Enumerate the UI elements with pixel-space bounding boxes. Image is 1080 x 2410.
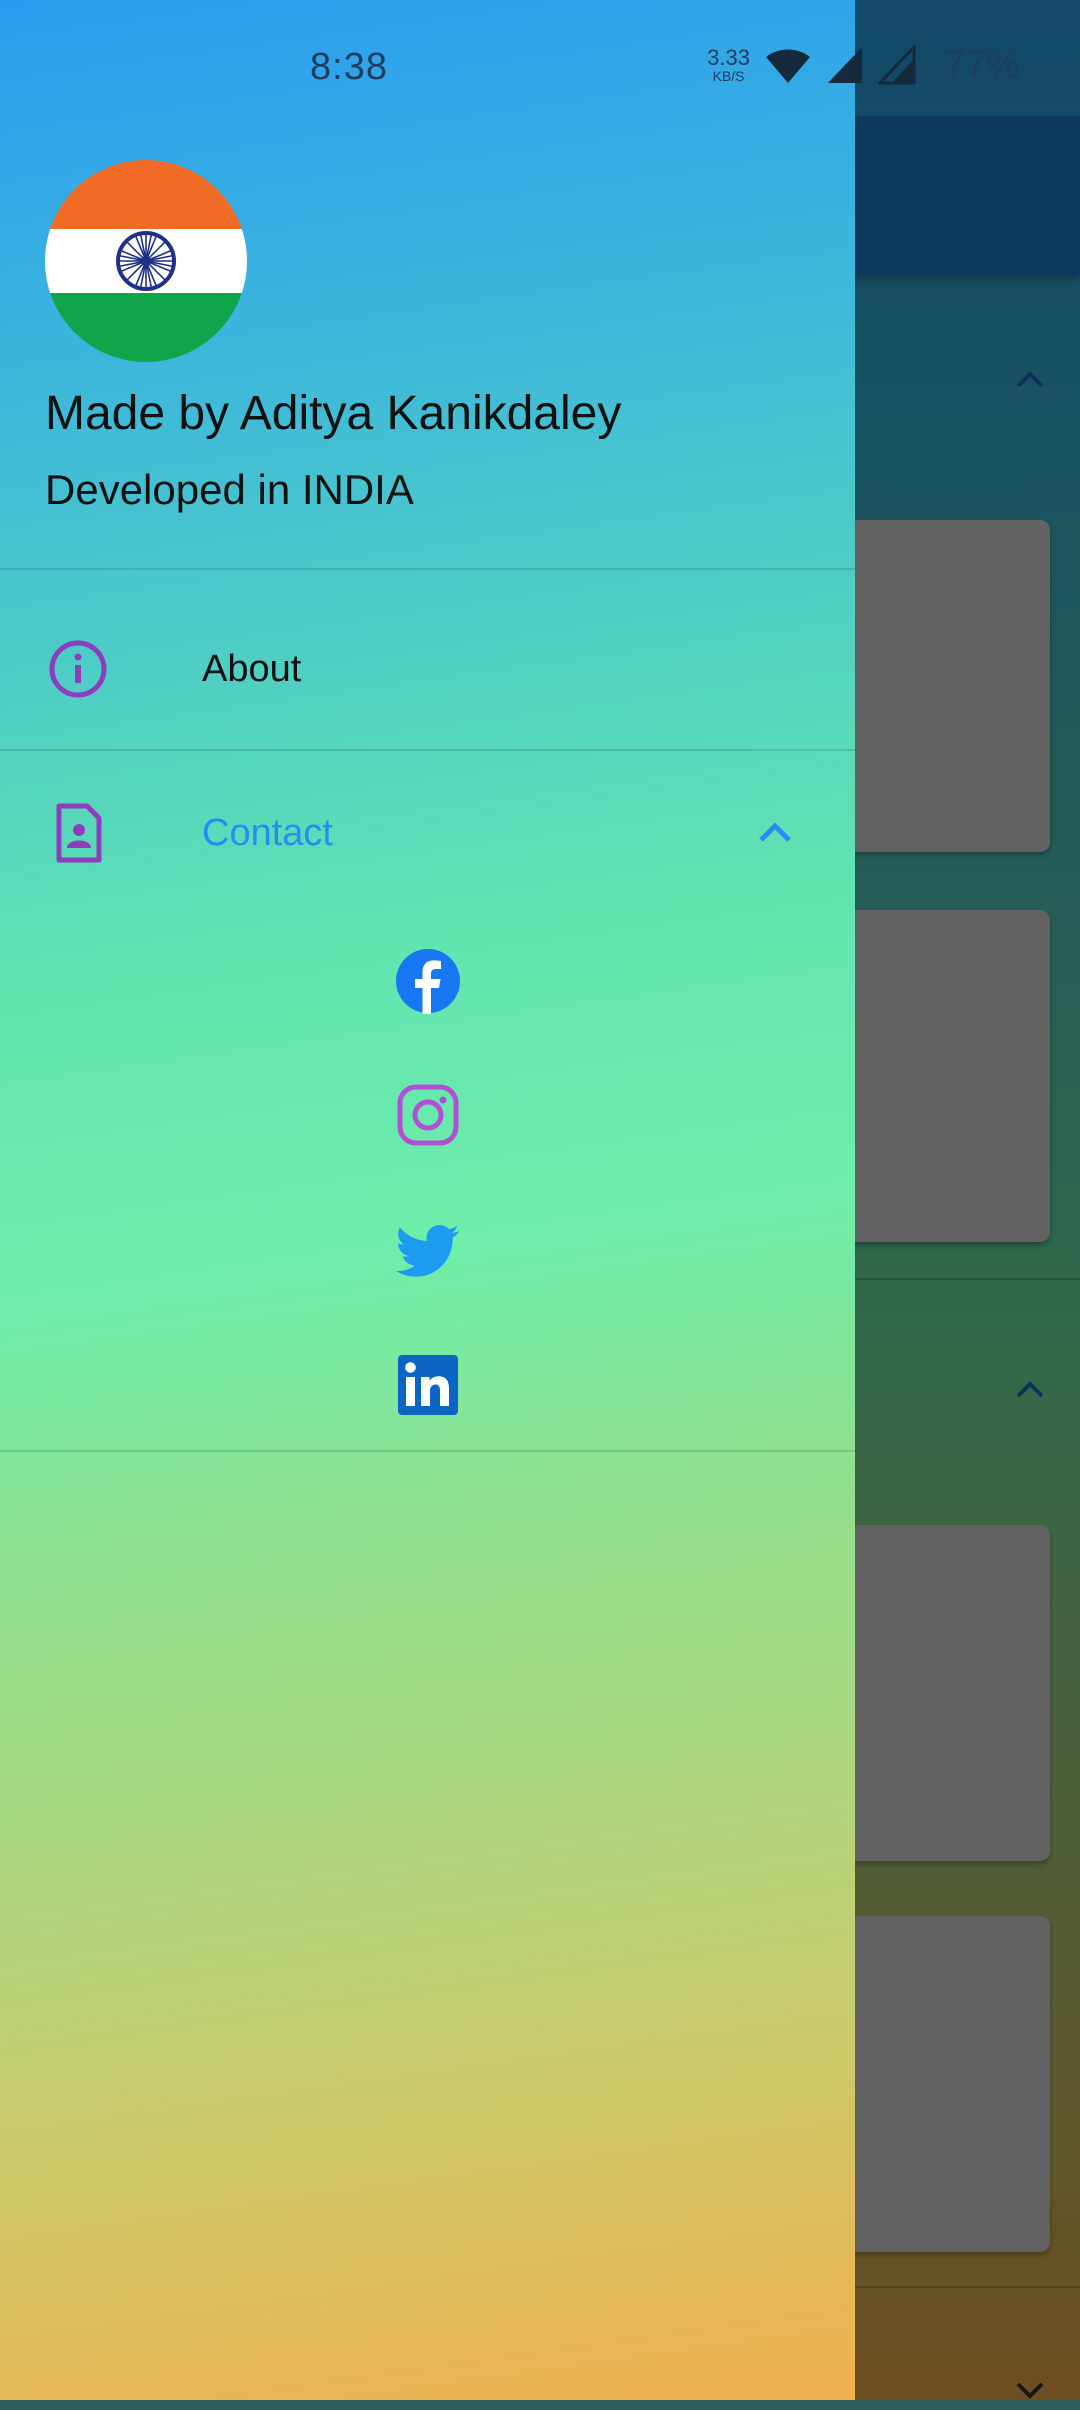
india-flag-avatar [45, 160, 247, 362]
contact-card-icon [56, 803, 102, 863]
cellular-signal-icon [827, 47, 862, 83]
author-name: Made by Aditya Kanikdaley [45, 387, 622, 440]
wifi-icon [765, 49, 810, 83]
divider [0, 568, 855, 570]
status-bar: 8:38 3.33 KB/S 77% [0, 0, 1080, 116]
divider [0, 1450, 855, 1452]
instagram-icon[interactable] [395, 1082, 461, 1148]
cellular-signal-2-icon [877, 45, 916, 85]
drawer-item-contact[interactable]: Contact [0, 760, 855, 910]
ashoka-chakra-icon [116, 231, 176, 291]
twitter-icon[interactable] [395, 1218, 461, 1284]
network-speed-value: 3.33 [707, 45, 750, 70]
status-icons: 3.33 KB/S 77% [707, 40, 1020, 90]
divider [0, 749, 855, 751]
battery-percentage: 77% [943, 43, 1020, 86]
drawer-item-about-label: About [202, 648, 302, 690]
drawer-item-about[interactable]: About [0, 596, 855, 746]
network-speed: 3.33 KB/S [707, 45, 750, 84]
status-time: 8:38 [310, 46, 388, 88]
drawer-item-contact-label: Contact [202, 812, 333, 854]
linkedin-icon[interactable] [395, 1352, 461, 1418]
navigation-drawer: Made by Aditya Kanikdaley Developed in I… [0, 0, 855, 2400]
chevron-up-icon[interactable] [752, 810, 798, 856]
developed-in-label: Developed in INDIA [45, 466, 414, 513]
info-icon [49, 640, 107, 698]
drawer-header: Made by Aditya Kanikdaley Developed in I… [0, 116, 855, 568]
facebook-icon[interactable] [395, 948, 461, 1014]
network-speed-unit: KB/S [712, 68, 745, 84]
